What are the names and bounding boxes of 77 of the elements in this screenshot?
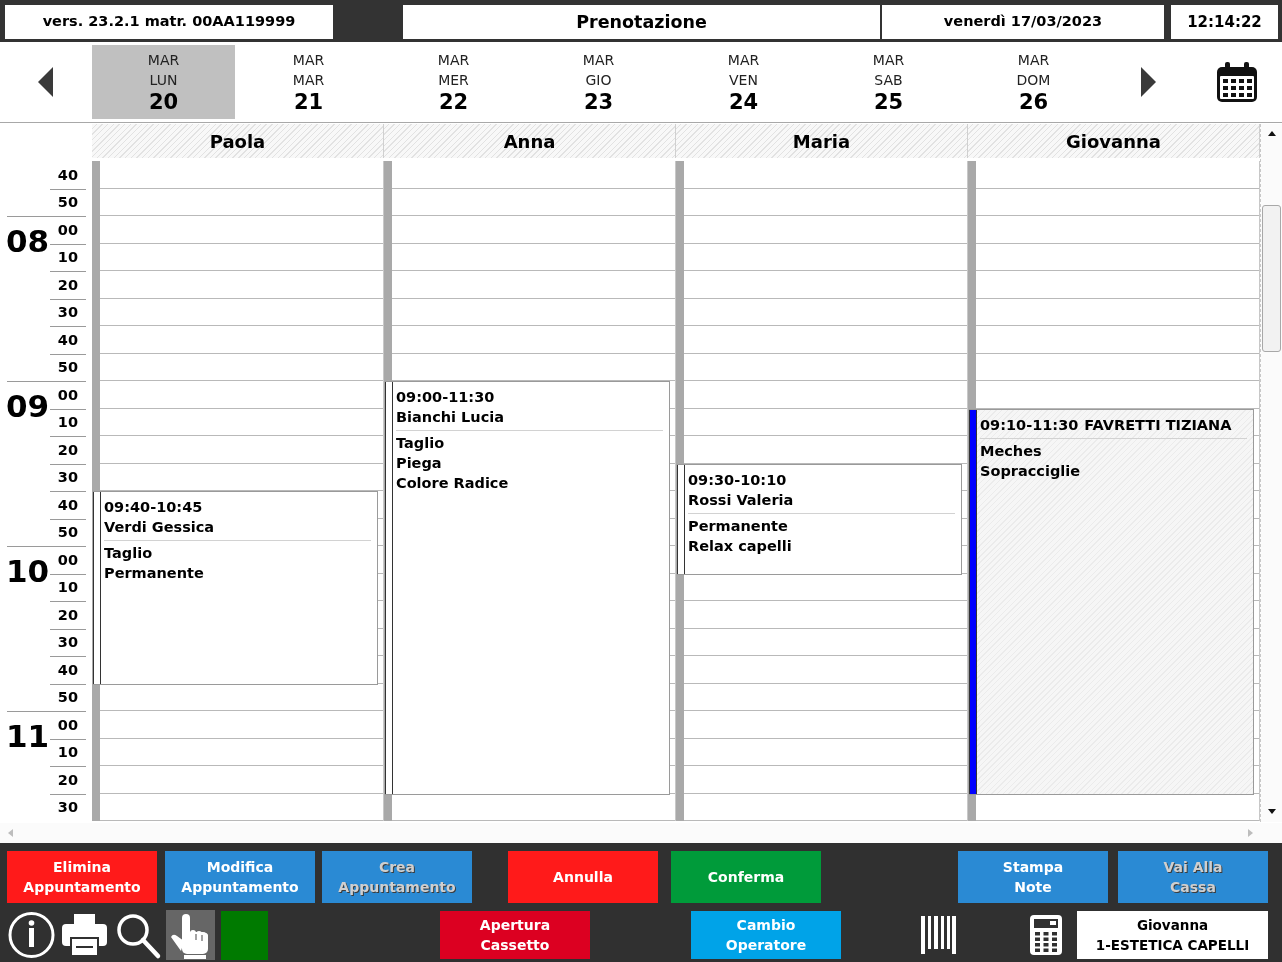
appointment-card[interactable]: 09:10-11:30 FAVRETTI TIZIANA Meches Sopracciglie (969, 408, 1254, 795)
minute-label: 50 (57, 193, 78, 212)
hour-label: 08 (6, 224, 50, 258)
service-name: Relax capelli (688, 536, 793, 556)
vertical-scrollbar[interactable] (1260, 124, 1282, 822)
minute-label: 10 (57, 743, 78, 762)
calendar-icon[interactable] (1216, 61, 1258, 103)
minute-label: 20 (57, 440, 78, 459)
appointment-time: 09:30-10:10 (688, 470, 788, 490)
service-name: Taglio (104, 544, 154, 563)
minute-label: 40 (57, 495, 78, 514)
minute-label: 50 (57, 358, 78, 377)
date-display: venerdì 17/03/2023 (882, 5, 1164, 39)
barcode-icon[interactable] (921, 916, 956, 954)
minute-label: 30 (57, 633, 78, 652)
screen-title: Prenotazione (403, 5, 880, 39)
cancel-button[interactable]: Annulla (508, 851, 658, 903)
minute-label: 30 (57, 303, 78, 322)
minute-label: 30 (57, 798, 78, 817)
column-header: Giovanna (968, 124, 1260, 158)
hour-label: 11 (6, 719, 50, 753)
hour-label: 09 (6, 389, 50, 423)
scroll-up-arrow-icon[interactable] (1267, 131, 1276, 136)
service-name: Taglio (396, 434, 446, 453)
minute-label: 40 (57, 165, 78, 184)
minute-label: 20 (57, 770, 78, 789)
minute-label: 40 (57, 330, 78, 349)
info-icon[interactable] (7, 910, 56, 960)
column-header: Paola (92, 124, 384, 158)
appointment-time: 09:40-10:45 (104, 498, 204, 517)
service-name: Colore Radice (396, 474, 510, 493)
previous-arrow-icon[interactable] (38, 67, 53, 97)
delete-appointment-button[interactable]: Elimina Appuntamento (7, 851, 157, 903)
minute-label: 10 (57, 413, 78, 432)
minute-label: 10 (57, 578, 78, 597)
minute-label: 50 (57, 523, 78, 542)
client-name: Verdi Gessica (104, 518, 216, 537)
next-arrow-icon[interactable] (1141, 67, 1156, 97)
hand-pointer-icon[interactable] (166, 910, 215, 960)
client-name: Bianchi Lucia (396, 408, 505, 427)
appointment-card[interactable]: 09:30-10:10 Rossi Valeria Permanente Relax capelli (677, 463, 962, 575)
calculator-icon[interactable] (1030, 915, 1062, 955)
minute-label: 10 (57, 248, 78, 267)
service-name: Meches (980, 441, 1043, 461)
minute-label: 50 (57, 688, 78, 707)
minute-label: 20 (57, 605, 78, 624)
minute-label: 00 (57, 550, 78, 569)
client-name: FAVRETTI TIZIANA (1084, 415, 1232, 435)
minute-label: 40 (57, 660, 78, 679)
minute-label: 30 (57, 468, 78, 487)
operator-name: Giovanna (1136, 916, 1209, 935)
column-header: Maria (676, 124, 968, 158)
day-tab[interactable]: MAR LUN 20 (92, 45, 235, 119)
open-drawer-button[interactable]: Apertura Cassetto (440, 911, 590, 959)
service-name: Piega (396, 454, 443, 473)
column-header: Anna (384, 124, 676, 158)
hour-label: 10 (6, 554, 50, 588)
minute-label: 00 (57, 220, 78, 239)
minute-label: 00 (57, 385, 78, 404)
minute-label: 00 (57, 715, 78, 734)
version-info: vers. 23.2.1 matr. 00AA119999 (5, 5, 333, 39)
print-notes-button[interactable]: Stampa Note (958, 851, 1108, 903)
scrollbar-thumb[interactable] (1262, 205, 1281, 352)
appointment-card[interactable]: 09:40-10:45 Verdi Gessica Taglio Permanente (93, 491, 378, 685)
service-name: Sopracciglie (980, 461, 1082, 481)
edit-appointment-button[interactable]: Modifica Appuntamento (165, 851, 315, 903)
minute-label: 20 (57, 275, 78, 294)
confirm-button[interactable]: Conferma (671, 851, 821, 903)
appointment-card[interactable]: 09:00-11:30 Bianchi Lucia Taglio Piega Colore Radice (385, 381, 670, 795)
appointment-time: 09:10-11:30 (980, 415, 1079, 435)
operator-role: 1-ESTETICA CAPELLI (1095, 936, 1250, 955)
client-name: Rossi Valeria (688, 490, 795, 510)
service-name: Permanente (688, 516, 789, 536)
clock-display: 12:14:22 (1171, 5, 1278, 39)
appointment-time: 09:00-11:30 (396, 388, 496, 407)
service-name: Permanente (104, 564, 205, 583)
scroll-down-arrow-icon[interactable] (1267, 809, 1276, 814)
